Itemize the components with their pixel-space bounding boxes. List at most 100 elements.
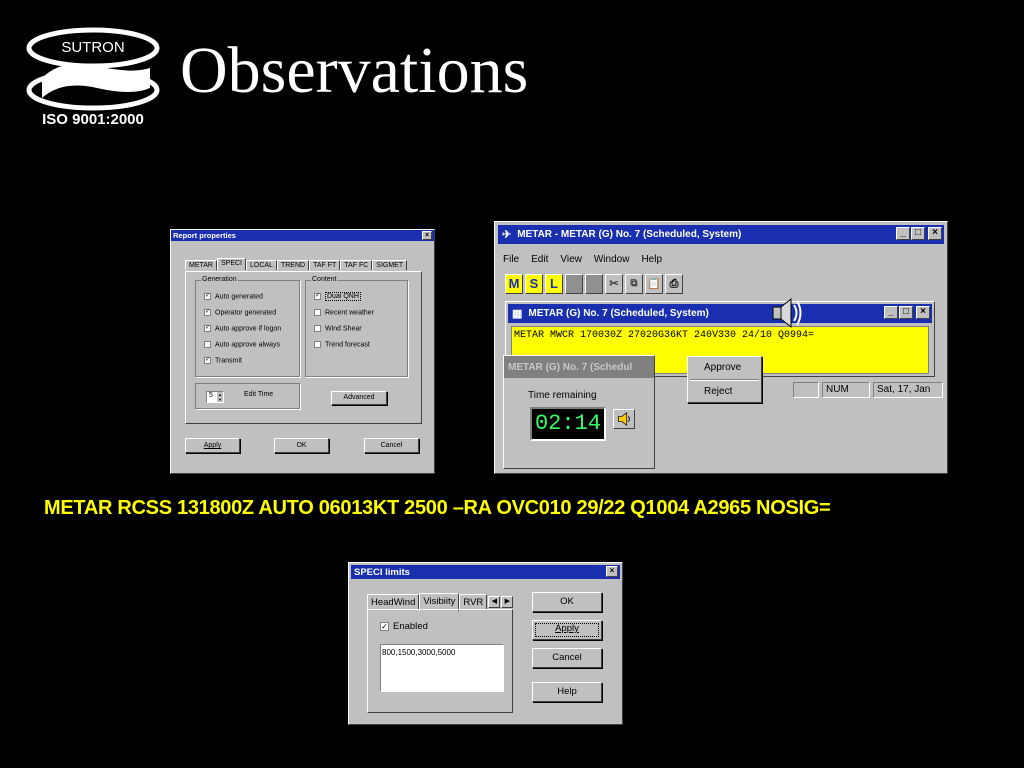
menu-item-reject[interactable]: Reject — [704, 386, 732, 397]
toolbar-metar-button[interactable]: M — [505, 274, 523, 294]
tab-sigmet[interactable]: SIGMET — [372, 260, 408, 270]
report-properties-titlebar: Report properties × — [171, 230, 434, 241]
countdown-display: 02:14 — [530, 407, 606, 441]
tab-taf-fc[interactable]: TAF FC — [340, 260, 373, 270]
print-icon[interactable]: ⎙ — [665, 274, 683, 294]
tab-taf-ft[interactable]: TAF FT — [309, 260, 341, 270]
report-properties-title: Report properties — [173, 231, 236, 240]
maximize-icon[interactable]: □ — [911, 227, 925, 240]
time-dialog-titlebar: METAR (G) No. 7 (Schedul — [504, 356, 654, 378]
toolbar-speci-button[interactable]: S — [525, 274, 543, 294]
checkbox-box[interactable] — [314, 325, 321, 332]
speci-limit-tabs: HeadWind Visibiity RVR ◀ ▶ — [367, 593, 514, 611]
checkbox-box[interactable]: ✓ — [204, 357, 211, 364]
checkbox-dual-qnh[interactable]: ✓ Dual QNH — [314, 292, 361, 302]
close-icon[interactable]: × — [606, 566, 618, 577]
tab-scroll-left-icon[interactable]: ◀ — [488, 595, 501, 608]
report-properties-dialog: Report properties × METAR SPECI LOCAL TR… — [170, 229, 435, 474]
sutron-logo-graphic: SUTRON ISO 9001:2000 — [26, 27, 160, 128]
checkbox-box[interactable]: ✓ — [204, 325, 211, 332]
document-titlebar: ▦ METAR (G) No. 7 (Scheduled, System) _ … — [508, 304, 932, 323]
menu-help[interactable]: Help — [641, 254, 662, 265]
toolbar-disabled-button[interactable] — [565, 274, 583, 294]
menu-edit[interactable]: Edit — [531, 254, 548, 265]
checkbox-auto-generated[interactable]: ✓ Auto generated — [204, 293, 263, 300]
apply-button[interactable]: Apply — [185, 438, 240, 453]
metar-app-title: METAR - METAR (G) No. 7 (Scheduled, Syst… — [517, 229, 742, 240]
checkbox-box[interactable]: ✓ — [204, 293, 211, 300]
status-date: Sat, 17, Jan — [873, 382, 943, 398]
paste-icon[interactable]: 📋 — [645, 274, 663, 294]
ok-button[interactable]: OK — [274, 438, 329, 453]
apply-button[interactable]: Apply — [532, 620, 602, 640]
visibility-thresholds-value: 800,1500,3000,5000 — [382, 648, 456, 657]
tab-rvr[interactable]: RVR — [459, 594, 488, 610]
copy-icon[interactable]: ⧉ — [625, 274, 643, 294]
metar-example-caption: METAR RCSS 131800Z AUTO 06013KT 2500 –RA… — [44, 497, 831, 519]
menu-file[interactable]: File — [503, 254, 519, 265]
checkbox-trend-forecast[interactable]: Trend forecast — [314, 341, 370, 348]
checkbox-box[interactable]: ✓ — [204, 309, 211, 316]
time-remaining-label: Time remaining — [528, 390, 597, 401]
checkbox-transmit[interactable]: ✓ Transmit — [204, 357, 242, 364]
checkbox-label: Trend forecast — [325, 341, 370, 349]
edit-time-spinner[interactable]: 5 ▲ ▼ — [206, 391, 224, 403]
toolbar-local-button[interactable]: L — [545, 274, 563, 294]
close-icon[interactable]: × — [928, 227, 942, 240]
visibility-tab-panel: ✓ Enabled 800,1500,3000,5000 — [367, 609, 513, 713]
close-icon[interactable]: × — [916, 306, 930, 319]
status-bar: NUM Sat, 17, Jan — [793, 382, 943, 398]
visibility-thresholds-field[interactable]: 800,1500,3000,5000 — [380, 644, 504, 692]
close-icon[interactable]: × — [422, 231, 432, 240]
speaker-icon[interactable] — [766, 296, 802, 330]
logo-brand-text: SUTRON — [61, 39, 124, 56]
menu-separator — [690, 379, 759, 381]
sutron-logo: SUTRON ISO 9001:2000 — [22, 18, 164, 130]
checkbox-auto-approve-always[interactable]: Auto approve always — [204, 341, 280, 348]
minimize-icon[interactable]: _ — [884, 306, 898, 319]
generation-label: Generation — [201, 276, 238, 283]
report-tabs: METAR SPECI LOCAL TREND TAF FT TAF FC SI… — [185, 258, 408, 270]
cancel-button[interactable]: Cancel — [532, 648, 602, 668]
edit-time-value: 5 — [209, 392, 213, 399]
minimize-icon[interactable]: _ — [896, 227, 910, 240]
menu-window[interactable]: Window — [594, 254, 630, 265]
spinner-arrows-icon[interactable]: ▲ ▼ — [217, 392, 223, 402]
menu-view[interactable]: View — [560, 254, 582, 265]
maximize-icon[interactable]: □ — [899, 306, 913, 319]
menu-item-approve[interactable]: Approve — [704, 362, 741, 373]
logo-iso-text: ISO 9001:2000 — [42, 111, 144, 128]
tab-local[interactable]: LOCAL — [246, 260, 277, 270]
checkbox-box[interactable] — [314, 309, 321, 316]
enabled-label: Enabled — [393, 621, 428, 632]
time-dialog-title: METAR (G) No. 7 (Schedul — [508, 361, 633, 373]
cut-icon[interactable]: ✂ — [605, 274, 623, 294]
checkbox-box[interactable]: ✓ — [314, 293, 321, 300]
tab-trend[interactable]: TREND — [276, 260, 310, 270]
checkbox-label: Auto approve if logon — [215, 325, 282, 333]
advanced-button[interactable]: Advanced — [331, 391, 387, 405]
tab-headwind[interactable]: HeadWind — [367, 594, 420, 610]
checkbox-box[interactable] — [204, 341, 211, 348]
tab-metar[interactable]: METAR — [185, 260, 217, 270]
speaker-icon[interactable] — [613, 409, 635, 429]
toolbar-disabled-button[interactable] — [585, 274, 603, 294]
tab-scroll-right-icon[interactable]: ▶ — [501, 595, 514, 608]
checkbox-recent-weather[interactable]: Recent weather — [314, 309, 374, 316]
enabled-checkbox[interactable]: ✓ Enabled — [380, 621, 428, 632]
checkbox-auto-approve-logon[interactable]: ✓ Auto approve if logon — [204, 325, 281, 332]
checkbox-label: Wind Shear — [325, 325, 362, 333]
ok-button[interactable]: OK — [532, 592, 602, 612]
tab-speci[interactable]: SPECI — [216, 258, 246, 270]
checkbox-label: Operator generated — [215, 309, 277, 317]
cancel-button[interactable]: Cancel — [364, 438, 419, 453]
checkbox-label: Auto generated — [215, 293, 263, 301]
checkbox-box[interactable]: ✓ — [380, 621, 389, 631]
checkbox-wind-shear[interactable]: Wind Shear — [314, 325, 362, 332]
checkbox-box[interactable] — [314, 341, 321, 348]
checkbox-operator-generated[interactable]: ✓ Operator generated — [204, 309, 276, 316]
toolbar: M S L ✂ ⧉ 📋 ⎙ — [505, 274, 683, 296]
help-button[interactable]: Help — [532, 682, 602, 702]
content-label: Content — [311, 276, 338, 283]
speci-limits-titlebar: SPECI limits × — [351, 565, 620, 579]
